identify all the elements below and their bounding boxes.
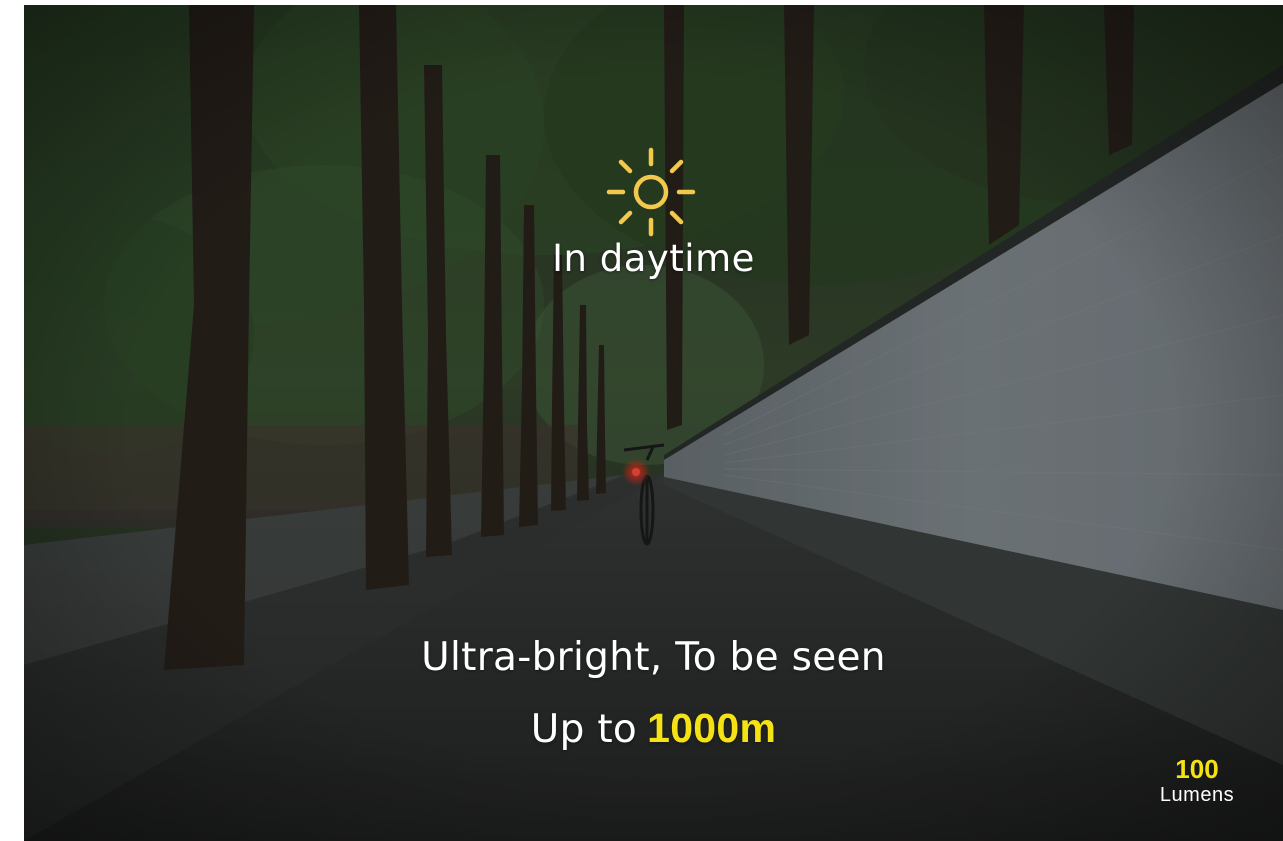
tagline: Ultra-bright, To be seen xyxy=(421,635,886,680)
range-line: Up to 1000m xyxy=(24,705,1283,752)
lumens-value: 100 xyxy=(1175,754,1219,784)
range-prefix: Up to xyxy=(530,707,638,752)
daytime-heading: In daytime xyxy=(552,237,755,280)
product-banner: In daytime Ultra-bright, To be seen Up t… xyxy=(24,5,1283,841)
lumens-unit: Lumens xyxy=(1159,784,1235,806)
sun-icon xyxy=(606,147,696,237)
range-value: 1000m xyxy=(647,705,777,751)
lumens-badge: 100 Lumens xyxy=(1142,755,1252,807)
